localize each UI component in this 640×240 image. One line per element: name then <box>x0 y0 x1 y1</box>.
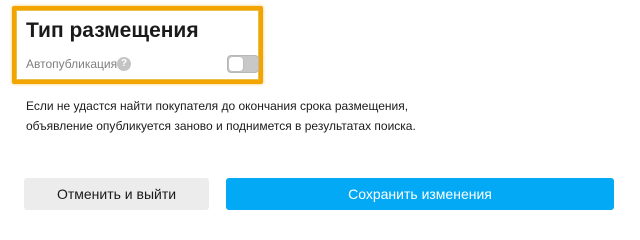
autopublish-toggle[interactable] <box>227 55 259 73</box>
autopublish-label: Автопубликация <box>26 57 118 71</box>
placement-settings-panel: Тип размещения Автопубликация ? Если не … <box>0 0 640 231</box>
save-changes-button[interactable]: Сохранить изменения <box>226 178 614 210</box>
placement-description: Если не удастся найти покупателя до окон… <box>26 99 416 133</box>
question-circle-icon[interactable]: ? <box>117 57 131 71</box>
autopublish-row: Автопубликация ? <box>26 55 260 73</box>
toggle-knob <box>229 57 243 71</box>
section-title: Тип размещения <box>26 19 199 42</box>
cancel-and-exit-button[interactable]: Отменить и выйти <box>24 178 209 210</box>
